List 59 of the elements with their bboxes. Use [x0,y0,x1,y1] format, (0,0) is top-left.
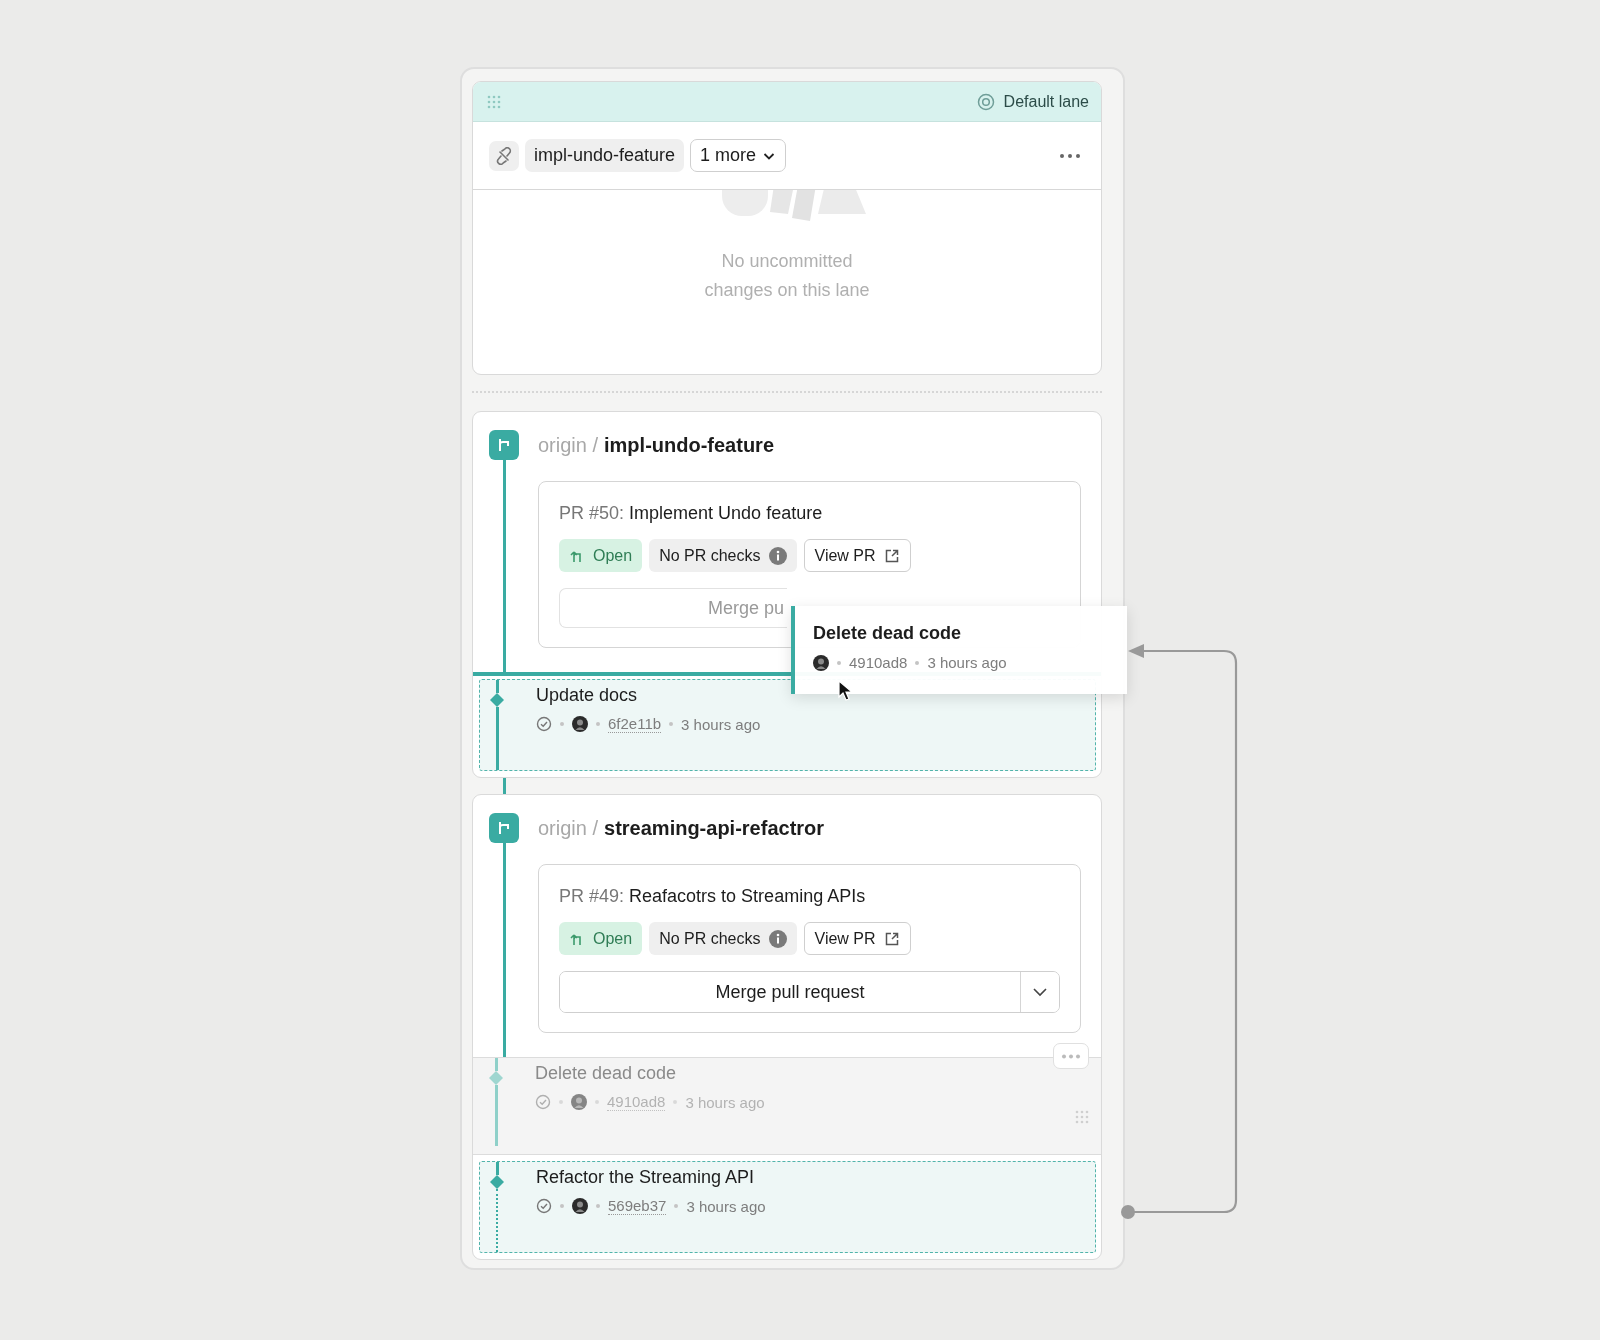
commit-node-icon [489,1071,503,1085]
commit-hash: 4910ad8 [849,654,908,671]
merge-options-button[interactable] [1020,972,1059,1012]
branch-name: streaming-api-refactror [604,816,825,840]
commit-hash[interactable]: 6f2e11b [608,715,662,733]
pull-request-title: PR #50: Implement Undo feature [559,503,824,524]
commit-node-icon [490,693,504,707]
commit-time: 3 hours ago [927,654,1007,671]
link-button[interactable] [489,140,519,171]
separator-dot-icon [560,722,564,726]
commit-title: Delete dead code [813,623,963,644]
remote-name: origin / [538,433,599,457]
separator-dot-icon [915,660,920,665]
checks-badge: No PR checks [649,922,797,955]
avatar-icon [571,1094,587,1110]
more-icon [1059,152,1081,159]
commit-time: 3 hours ago [681,715,761,733]
link-icon [495,146,513,165]
separator-dot-icon [837,660,841,665]
commit-row[interactable]: Refactor the Streaming API 569eb37 3 hours ago [479,1161,1096,1253]
commit-time: 3 hours ago [686,1197,766,1215]
info-icon [768,546,787,565]
check-circle-icon [536,716,552,732]
branch-chip[interactable]: impl-undo-feature [525,139,685,172]
status-badge: Open [559,922,643,955]
commit-time: 3 hours ago [685,1093,765,1111]
branch-name: impl-undo-feature [604,433,775,457]
pull-request-title: PR #49: Reafacotrs to Streaming APIs [559,886,867,907]
avatar-icon [572,1198,588,1214]
commit-row[interactable]: Update docs 6f2e11b 3 hours ago [479,679,1096,771]
commit-node-icon [490,1175,504,1189]
more-icon [1061,1053,1081,1059]
remote-name: origin / [538,816,599,840]
external-link-icon [883,547,900,564]
empty-state-message: No uncommitted changes on this lane [703,250,871,302]
separator-dot-icon [560,1204,564,1208]
target-icon [976,92,995,111]
commit-title: Refactor the Streaming API [536,1166,756,1189]
more-branches-button[interactable]: 1 more [690,139,787,172]
separator-dot-icon [674,1204,679,1208]
external-link-icon [883,930,900,947]
commit-title: Delete dead code [535,1062,678,1085]
check-circle-icon [536,1198,552,1214]
separator-dot-icon [596,1204,600,1208]
lane-label: Default lane [1003,92,1089,111]
drag-handle-icon [487,94,501,109]
avatar-icon [813,654,829,671]
commit-title: Update docs [536,684,639,707]
status-badge: Open [559,539,643,572]
separator-dot-icon [669,722,674,726]
checks-badge: No PR checks [649,539,797,572]
drag-handle-icon [1075,1110,1089,1124]
more-button[interactable] [1053,1043,1089,1069]
separator-dot-icon [596,722,600,726]
check-circle-icon [535,1094,551,1110]
commit-hash[interactable]: 569eb37 [608,1197,667,1215]
avatar-icon [572,716,588,732]
view-pr-button[interactable]: View PR [803,922,911,955]
info-icon [768,929,787,948]
